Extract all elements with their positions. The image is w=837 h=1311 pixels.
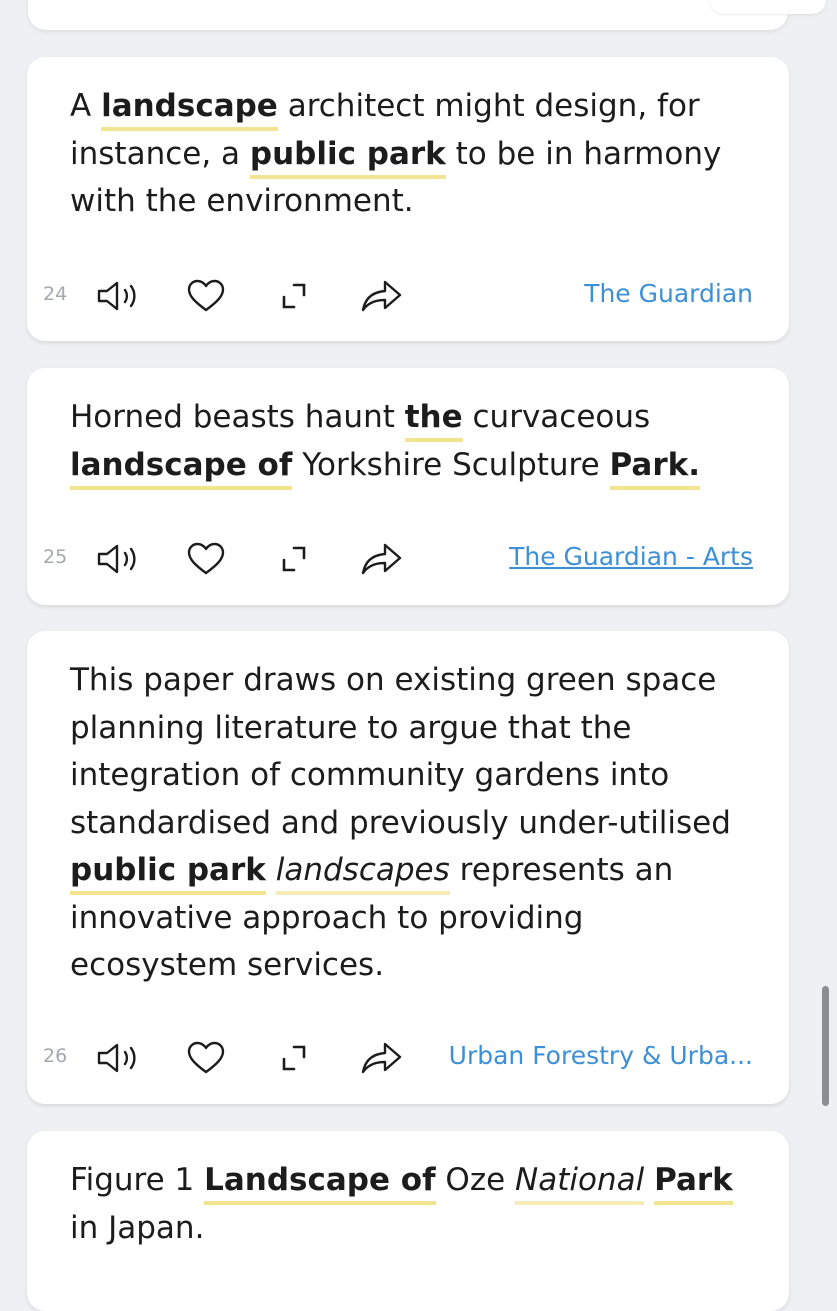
sentence-text: Oze <box>435 1162 516 1198</box>
example-sentence: Horned beasts haunt the curvaceous lands… <box>70 394 760 490</box>
example-sentence: This paper draws on existing green space… <box>70 657 760 990</box>
sentence-text: Horned beasts haunt <box>70 399 405 435</box>
sentence-text: curvaceous <box>462 399 651 435</box>
highlighted-keyword: landscape of <box>70 446 293 490</box>
card-actions: 25 The Guardian - Arts <box>27 534 789 584</box>
card-actions: 26 Urban Forestry & Urba... <box>27 1033 789 1083</box>
speaker-icon[interactable] <box>95 536 141 582</box>
scrollbar[interactable] <box>822 986 829 1106</box>
sentence-text: Yorkshire Sculpture <box>292 446 610 483</box>
example-sentence: Figure 1 Landscape of Oze National Park … <box>70 1157 760 1252</box>
highlighted-keyword: public park <box>70 852 266 895</box>
example-card: Figure 1 Landscape of Oze National Park … <box>27 1131 789 1311</box>
heart-icon[interactable] <box>183 273 229 319</box>
sentence-text: Figure 1 <box>70 1162 205 1198</box>
example-sentence: A landscape architect might design, for … <box>70 83 760 226</box>
example-number: 24 <box>43 283 68 305</box>
highlighted-keyword: the <box>404 399 463 442</box>
heart-icon[interactable] <box>183 1035 229 1081</box>
sentence-text <box>644 1162 654 1198</box>
highlighted-keyword: landscape <box>101 88 278 131</box>
highlighted-keyword: public park <box>249 135 446 179</box>
sentence-text: This paper draws on existing green space… <box>70 662 731 841</box>
sentence-text: A <box>70 88 102 124</box>
speaker-icon[interactable] <box>95 273 141 319</box>
highlighted-keyword: National <box>515 1162 645 1205</box>
expand-icon[interactable] <box>271 1035 317 1081</box>
previous-card-edge <box>710 0 826 14</box>
example-card: This paper draws on existing green space… <box>27 631 789 1104</box>
highlighted-keyword: Park. <box>609 446 701 490</box>
example-card: A landscape architect might design, for … <box>27 57 789 341</box>
previous-card-bottom <box>28 0 788 30</box>
expand-icon[interactable] <box>271 273 317 319</box>
highlighted-keyword: Landscape of <box>204 1162 436 1205</box>
share-icon[interactable] <box>359 1035 405 1081</box>
highlighted-keyword: Park <box>654 1162 733 1205</box>
example-card: Horned beasts haunt the curvaceous lands… <box>27 368 789 605</box>
card-actions: 24 The Guardian <box>27 271 789 321</box>
source-link[interactable]: The Guardian <box>584 279 753 308</box>
heart-icon[interactable] <box>183 536 229 582</box>
share-icon[interactable] <box>359 273 405 319</box>
sentence-text: in Japan. <box>70 1209 205 1246</box>
sentence-text <box>266 852 276 888</box>
source-link[interactable]: The Guardian - Arts <box>509 542 753 571</box>
example-number: 26 <box>43 1045 68 1067</box>
expand-icon[interactable] <box>271 536 317 582</box>
highlighted-keyword: landscapes <box>275 852 450 895</box>
example-number: 25 <box>43 546 68 568</box>
share-icon[interactable] <box>359 536 405 582</box>
source-link[interactable]: Urban Forestry & Urba... <box>449 1041 753 1070</box>
speaker-icon[interactable] <box>95 1035 141 1081</box>
